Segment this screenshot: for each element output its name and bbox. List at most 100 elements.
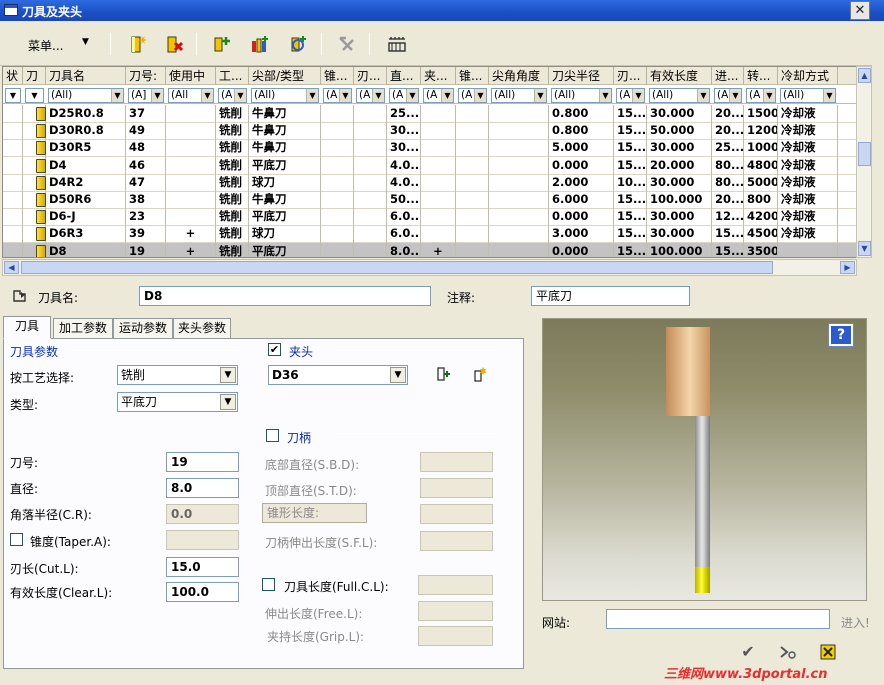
- column-header[interactable]: 夹...: [421, 67, 456, 85]
- chevron-down-icon[interactable]: ▼: [26, 89, 43, 102]
- column-filter[interactable]: (All) ▼: [551, 88, 612, 103]
- chevron-down-icon[interactable]: ▼: [234, 89, 246, 102]
- type-select[interactable]: 平底刀 ▼: [117, 392, 238, 412]
- table-row[interactable]: D446 铣削平底刀 4.0... 0.00015....20.00080...480…: [3, 156, 856, 175]
- column-filter[interactable]: (A ▼: [389, 88, 419, 103]
- column-filter[interactable]: (All) ▼: [780, 88, 836, 103]
- shank-overhang-input[interactable]: [420, 531, 493, 551]
- chevron-down-icon[interactable]: ▼: [111, 89, 123, 102]
- column-header[interactable]: 冷却方式: [778, 67, 838, 85]
- full-length-input[interactable]: [418, 575, 493, 595]
- tool-library-icon[interactable]: [250, 34, 270, 54]
- column-header[interactable]: 有效长度: [647, 67, 712, 85]
- chevron-down-icon[interactable]: ▼: [823, 89, 835, 102]
- process-select[interactable]: 铣削 ▼: [117, 365, 238, 385]
- column-filter[interactable]: (A ▼: [218, 88, 247, 103]
- shank-checkbox[interactable]: [266, 429, 279, 442]
- chevron-down-icon[interactable]: ▼: [151, 89, 163, 102]
- scroll-thumb[interactable]: [21, 261, 773, 274]
- chevron-down-icon[interactable]: ▼: [220, 367, 236, 383]
- holder-select[interactable]: D36 ▼: [268, 365, 408, 385]
- ok-check-icon[interactable]: ✔: [737, 641, 759, 663]
- grip-length-input[interactable]: [418, 626, 493, 646]
- column-header[interactable]: 使用中: [166, 67, 216, 85]
- help-button[interactable]: ?: [828, 323, 854, 347]
- cancel-icon[interactable]: [817, 641, 839, 663]
- column-filter[interactable]: (All) ▼: [491, 88, 547, 103]
- column-header[interactable]: 状: [3, 67, 23, 85]
- column-filter[interactable]: (A ▼: [616, 88, 645, 103]
- chevron-down-icon[interactable]: ▼: [201, 89, 213, 102]
- scroll-left-icon[interactable]: ◀: [4, 261, 19, 274]
- measure-icon[interactable]: [387, 34, 407, 54]
- chevron-down-icon[interactable]: ▼: [632, 89, 644, 102]
- column-filter[interactable]: (A ▼: [423, 88, 454, 103]
- tool-table[interactable]: 状刀刀具名 刀号: 使用中 工... 尖部/类型 锥... 刃... 直... 夹... 锥...…: [2, 66, 857, 258]
- horizontal-scrollbar[interactable]: ◀ ▶: [2, 259, 857, 276]
- table-row[interactable]: D819+铣削平底刀8.0...+0.00015....100.00015...…: [3, 242, 856, 257]
- column-filter[interactable]: (All) ▼: [251, 88, 319, 103]
- chevron-down-icon[interactable]: ▼: [6, 89, 20, 102]
- chevron-down-icon[interactable]: ▼: [82, 37, 89, 47]
- column-header[interactable]: 工...: [216, 67, 249, 85]
- menu-button[interactable]: 菜单...: [28, 37, 63, 54]
- chevron-down-icon[interactable]: ▼: [339, 89, 351, 102]
- shank-top-dia-input[interactable]: [420, 478, 493, 498]
- chevron-down-icon[interactable]: ▼: [390, 367, 406, 383]
- chevron-down-icon[interactable]: ▼: [441, 89, 453, 102]
- column-header[interactable]: 刀: [23, 67, 46, 85]
- tab-holder-params[interactable]: 夹头参数: [173, 318, 231, 338]
- close-button[interactable]: ✕: [850, 1, 870, 20]
- column-header[interactable]: 直...: [387, 67, 421, 85]
- chevron-down-icon[interactable]: ▼: [406, 89, 418, 102]
- column-filter[interactable]: (A] ▼: [128, 88, 164, 103]
- column-header[interactable]: 刀号:: [126, 67, 166, 85]
- taper-length-button[interactable]: 锥形长度:: [262, 503, 367, 523]
- taper-input[interactable]: [166, 530, 239, 550]
- column-filter[interactable]: ▼▼: [5, 88, 21, 103]
- taper-checkbox[interactable]: [10, 533, 23, 546]
- column-header[interactable]: 锥...: [321, 67, 354, 85]
- table-row[interactable]: D4R247 铣削球刀 4.0... 2.00010....30.00080...50…: [3, 173, 856, 192]
- add-holder-icon[interactable]: [212, 34, 232, 54]
- tab-tool[interactable]: 刀具: [3, 316, 51, 339]
- chevron-down-icon[interactable]: ▼: [697, 89, 709, 102]
- chevron-down-icon[interactable]: ▼: [474, 89, 486, 102]
- scroll-thumb[interactable]: [858, 142, 871, 166]
- column-header[interactable]: 转...: [744, 67, 778, 85]
- scroll-down-icon[interactable]: ▼: [858, 241, 871, 256]
- column-filter[interactable]: ▼▼: [25, 88, 44, 103]
- column-header[interactable]: 刃...: [354, 67, 387, 85]
- chevron-down-icon[interactable]: ▼: [220, 394, 236, 410]
- column-filter[interactable]: (A ▼: [356, 88, 385, 103]
- column-header[interactable]: 进...: [712, 67, 744, 85]
- column-filter[interactable]: (A ▼: [746, 88, 776, 103]
- free-length-input[interactable]: [418, 601, 493, 621]
- column-filter[interactable]: (A ▼: [714, 88, 742, 103]
- chevron-down-icon[interactable]: ▼: [763, 89, 775, 102]
- chevron-down-icon[interactable]: ▼: [306, 89, 318, 102]
- delete-tool-icon[interactable]: [165, 34, 185, 54]
- table-row[interactable]: D50R638 铣削牛鼻刀 50.... 6.00015....100.00020..…: [3, 191, 856, 209]
- tab-motion-params[interactable]: 运动参数: [113, 318, 173, 338]
- cut-length-input[interactable]: 15.0: [166, 557, 239, 577]
- column-header[interactable]: 刃...: [614, 67, 647, 85]
- column-header[interactable]: 尖部/类型: [249, 67, 321, 85]
- column-filter[interactable]: (All) ▼: [48, 88, 124, 103]
- column-filter[interactable]: (A ▼: [323, 88, 352, 103]
- full-length-checkbox[interactable]: [262, 578, 275, 591]
- disabled-tool-icon[interactable]: [337, 34, 357, 54]
- column-filter[interactable]: (All ▼: [168, 88, 214, 103]
- column-header[interactable]: 锥...: [456, 67, 489, 85]
- holder-checkbox[interactable]: ✔: [268, 343, 281, 356]
- corner-radius-input[interactable]: 0.0: [166, 504, 239, 524]
- table-row[interactable]: D6R339+铣削球刀 6.0... 3.00015....30.00015...4…: [3, 225, 856, 244]
- shank-bottom-dia-input[interactable]: [420, 452, 493, 472]
- tool-settings-icon[interactable]: [288, 34, 308, 54]
- chevron-down-icon[interactable]: ▼: [534, 89, 546, 102]
- add-holder-icon[interactable]: [436, 366, 452, 382]
- scroll-right-icon[interactable]: ▶: [840, 261, 855, 274]
- apply-icon[interactable]: [777, 641, 799, 663]
- tool-number-input[interactable]: 19: [166, 452, 239, 472]
- note-input[interactable]: 平底刀: [531, 286, 690, 306]
